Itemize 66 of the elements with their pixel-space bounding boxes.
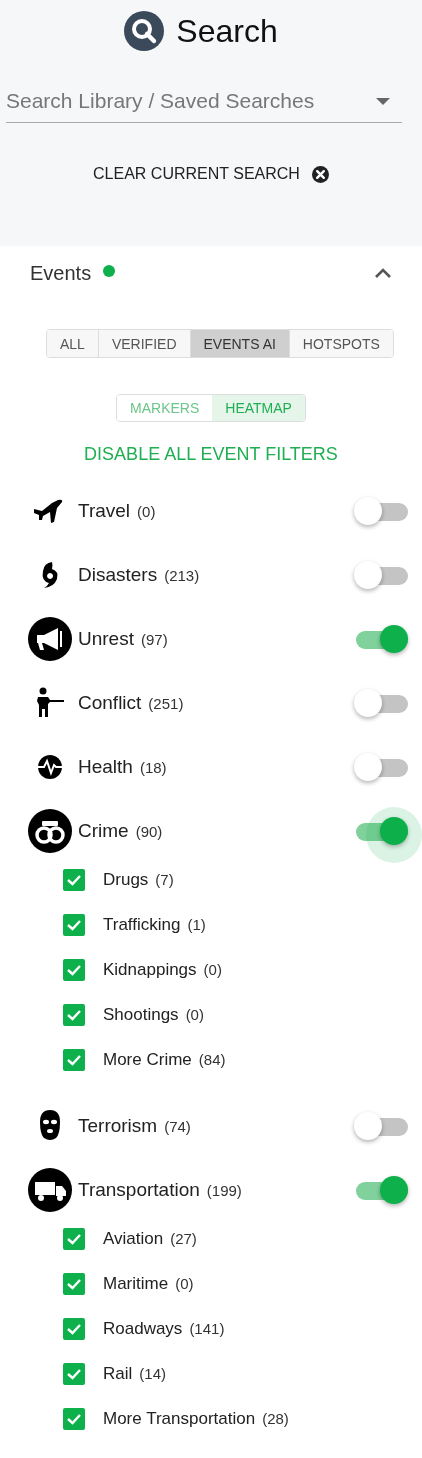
toggle-switch[interactable] [354, 560, 408, 590]
checkbox[interactable] [63, 913, 85, 936]
subcategory-label: Shootings [103, 1004, 179, 1025]
subcategory-label: Trafficking [103, 914, 181, 935]
toggle-switch[interactable] [354, 1175, 408, 1205]
subcategory-count: (28) [262, 1410, 289, 1427]
category-count: (213) [164, 566, 200, 584]
toggle-switch[interactable] [354, 624, 408, 654]
toggle-switch[interactable] [354, 496, 408, 526]
toggle-switch[interactable] [354, 816, 408, 846]
page-title: Search [176, 12, 278, 50]
subcategory-label: More Transportation [103, 1408, 256, 1429]
toggle-switch[interactable] [354, 688, 408, 718]
checkbox[interactable] [63, 1407, 85, 1430]
close-icon [311, 165, 329, 183]
category-count: (251) [148, 694, 184, 712]
checkbox[interactable] [63, 1362, 85, 1385]
toggle-switch[interactable] [354, 752, 408, 782]
source-tab[interactable]: ALL [47, 330, 99, 357]
category-count: (0) [137, 502, 156, 520]
checkbox[interactable] [63, 1227, 85, 1250]
checkbox[interactable] [63, 958, 85, 981]
collapse-chevron-icon[interactable] [374, 267, 392, 279]
subcategory-label: Roadways [103, 1318, 183, 1339]
checkbox[interactable] [63, 1317, 85, 1340]
subcategory-count: (0) [185, 1006, 204, 1023]
category-count: (97) [140, 630, 168, 648]
subcategory-label: Kidnappings [103, 959, 197, 980]
subcategory-label: Maritime [103, 1273, 169, 1294]
subcategory-count: (7) [155, 871, 174, 888]
source-tab[interactable]: VERIFIED [98, 330, 191, 357]
subcategory-label: Rail [103, 1363, 133, 1384]
toggle-switch[interactable] [354, 1111, 408, 1141]
subcategory-count: (141) [189, 1320, 225, 1337]
subcategory-label: Drugs [103, 869, 149, 890]
subcategory-label: More Crime [103, 1049, 192, 1070]
category-count: (74) [164, 1117, 191, 1135]
category-label: Transportation [78, 1179, 200, 1201]
category-count: (18) [139, 758, 167, 776]
subcategory-count: (14) [139, 1365, 166, 1382]
category-label: Health [78, 756, 133, 778]
subcategory-count: (0) [203, 961, 222, 978]
clear-search-button[interactable]: CLEAR CURRENT SEARCH [89, 163, 333, 185]
category-label: Crime [78, 820, 129, 842]
checkbox[interactable] [63, 1003, 85, 1026]
search-icon [124, 11, 165, 51]
source-tab[interactable]: HOTSPOTS [289, 330, 393, 357]
dropdown-caret-icon [376, 98, 390, 106]
subcategory-label: Aviation [103, 1228, 164, 1249]
checkbox[interactable] [63, 1272, 85, 1295]
category-label: Travel [78, 500, 131, 522]
source-tab[interactable]: EVENTS AI [190, 330, 290, 357]
search-field[interactable]: Search Library / Saved Searches [6, 79, 402, 123]
checkbox[interactable] [63, 1048, 85, 1071]
category-label: Disasters [78, 564, 158, 586]
category-count: (199) [206, 1181, 242, 1199]
subcategory-count: (27) [170, 1230, 197, 1247]
checkbox[interactable] [63, 868, 85, 891]
category-label: Terrorism [78, 1115, 158, 1137]
subcategory-count: (84) [198, 1051, 226, 1068]
category-count: (90) [135, 822, 163, 840]
subcategory-count: (0) [175, 1275, 194, 1292]
subcategory-count: (1) [187, 916, 206, 933]
category-label: Unrest [78, 628, 134, 650]
category-label: Conflict [78, 692, 142, 714]
section-title: Events [30, 261, 92, 285]
